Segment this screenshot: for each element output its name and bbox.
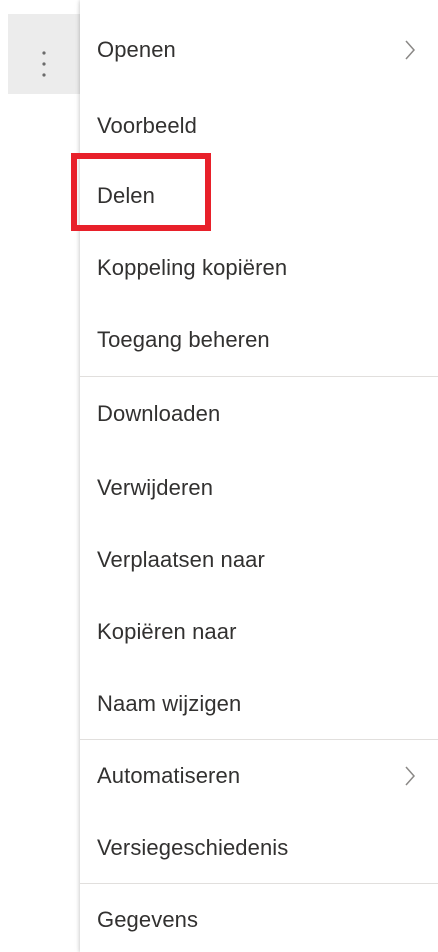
menu-item-label: Kopiëren naar bbox=[97, 619, 237, 644]
menu-item-label: Verwijderen bbox=[97, 475, 214, 500]
context-menu: Openen Voorbeeld Delen Koppeling kopiëre… bbox=[80, 0, 438, 952]
menu-item-verwijderen[interactable]: Verwijderen bbox=[80, 452, 438, 524]
menu-item-label: Voorbeeld bbox=[97, 113, 197, 138]
menu-item-label: Gegevens bbox=[97, 907, 199, 932]
menu-item-label: Naam wijzigen bbox=[97, 691, 242, 716]
menu-item-voorbeeld[interactable]: Voorbeeld bbox=[80, 90, 438, 162]
menu-item-label: Toegang beheren bbox=[97, 327, 270, 352]
chevron-right-icon bbox=[405, 40, 416, 60]
chevron-right-icon bbox=[405, 766, 416, 786]
menu-item-openen[interactable]: Openen bbox=[80, 14, 438, 86]
menu-item-kopieren-naar[interactable]: Kopiëren naar bbox=[80, 596, 438, 668]
menu-item-delen[interactable]: Delen bbox=[80, 160, 438, 232]
page: Openen Voorbeeld Delen Koppeling kopiëre… bbox=[0, 0, 438, 952]
menu-item-label: Delen bbox=[97, 183, 155, 208]
menu-item-automatiseren[interactable]: Automatiseren bbox=[80, 740, 438, 812]
menu-divider bbox=[80, 376, 438, 377]
menu-item-koppeling-kopieren[interactable]: Koppeling kopiëren bbox=[80, 232, 438, 304]
menu-item-gegevens[interactable]: Gegevens bbox=[80, 884, 438, 952]
menu-item-naam-wijzigen[interactable]: Naam wijzigen bbox=[80, 668, 438, 740]
menu-item-versiegeschiedenis[interactable]: Versiegeschiedenis bbox=[80, 812, 438, 884]
menu-item-verplaatsen-naar[interactable]: Verplaatsen naar bbox=[80, 524, 438, 596]
menu-item-label: Verplaatsen naar bbox=[97, 547, 265, 572]
more-options-button[interactable] bbox=[8, 14, 80, 94]
menu-item-label: Downloaden bbox=[97, 401, 221, 426]
menu-item-toegang-beheren[interactable]: Toegang beheren bbox=[80, 304, 438, 376]
menu-item-label: Versiegeschiedenis bbox=[97, 835, 289, 860]
menu-item-label: Automatiseren bbox=[97, 763, 241, 788]
menu-item-label: Openen bbox=[97, 37, 176, 62]
vertical-ellipsis-icon bbox=[42, 51, 46, 77]
menu-item-downloaden[interactable]: Downloaden bbox=[80, 378, 438, 450]
menu-item-label: Koppeling kopiëren bbox=[97, 255, 288, 280]
